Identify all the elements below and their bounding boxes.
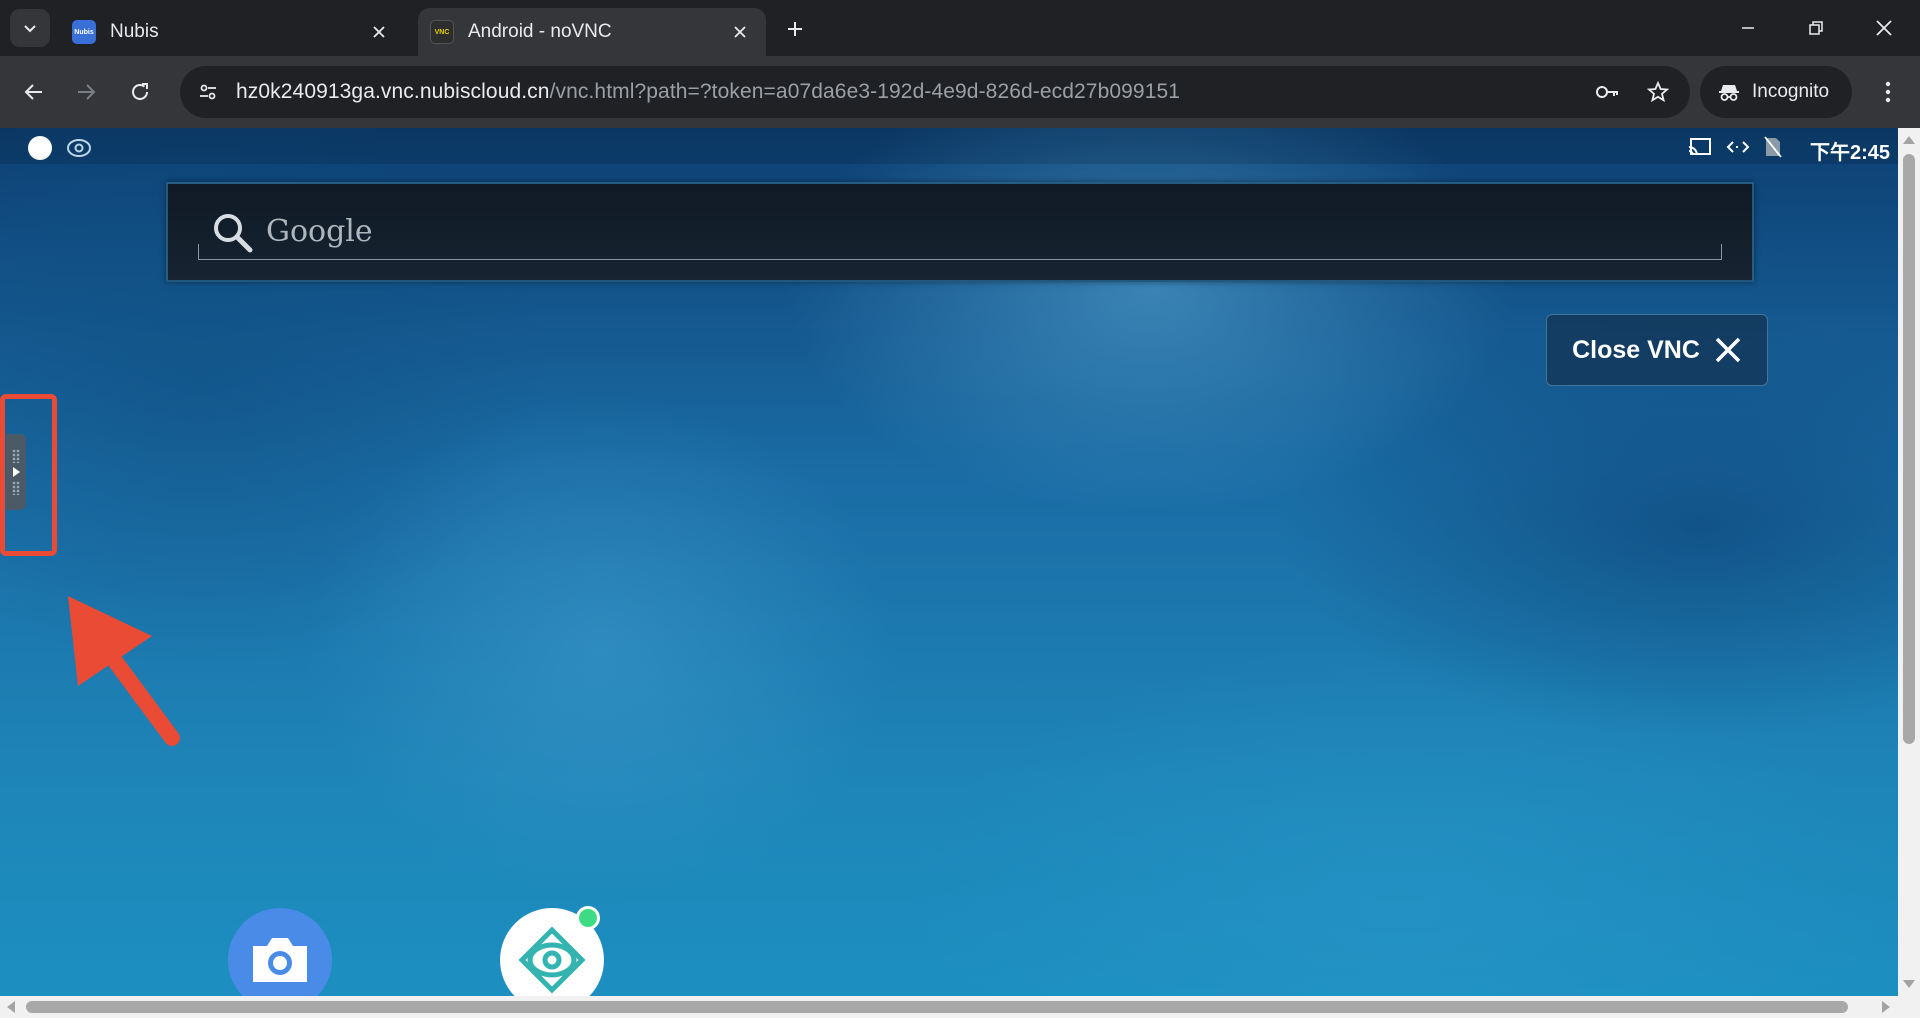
arrow-left-icon	[24, 84, 42, 100]
tab-strip: Nubis Nubis VNC Android - noVNC	[0, 0, 1920, 56]
chevron-down-icon	[24, 25, 36, 33]
vertical-scrollbar[interactable]	[1898, 128, 1920, 996]
incognito-icon	[1719, 85, 1739, 101]
android-status-bar: 下午2:45	[0, 128, 1898, 164]
google-search-widget[interactable]: Google	[166, 182, 1754, 282]
horizontal-scrollbar[interactable]	[0, 996, 1920, 1018]
nubis-favicon: Nubis	[72, 20, 96, 44]
eye-swirl-icon	[67, 139, 91, 157]
close-icon	[1876, 20, 1892, 36]
site-info-button[interactable]	[188, 72, 228, 112]
scrollbar-thumb[interactable]	[1903, 154, 1915, 744]
vnc-favicon: VNC	[430, 20, 454, 44]
scroll-right-arrow-icon[interactable]	[1882, 1001, 1890, 1013]
tab-android-novnc[interactable]: VNC Android - noVNC	[418, 8, 766, 56]
close-icon	[734, 26, 746, 38]
vnc-viewport: 下午2:45 Google Close VNC	[0, 128, 1920, 1018]
annotation-highlight-box	[0, 394, 57, 556]
annotation-arrow-icon	[68, 596, 180, 746]
star-icon	[1647, 81, 1669, 103]
camera-app-icon[interactable]	[228, 908, 332, 996]
restore-button[interactable]	[1782, 0, 1850, 56]
camera-icon	[253, 938, 307, 982]
url-host: hz0k240913ga.vnc.nubiscloud.cn	[236, 80, 550, 103]
eye-swirl-icon	[518, 926, 586, 994]
reload-icon	[132, 83, 148, 100]
new-tab-button[interactable]	[778, 12, 812, 46]
more-vert-icon	[1885, 81, 1891, 103]
password-key-button[interactable]	[1588, 72, 1628, 112]
plus-icon	[788, 22, 802, 36]
close-tab-button[interactable]	[726, 18, 754, 46]
tab-search-button[interactable]	[10, 9, 50, 47]
tab-title: Nubis	[110, 21, 159, 42]
search-underline	[198, 244, 1722, 260]
status-icons	[1688, 136, 1782, 158]
reload-button[interactable]	[120, 72, 160, 112]
close-vnc-button[interactable]: Close VNC	[1546, 314, 1768, 386]
notification-dot-icon	[28, 136, 52, 160]
close-icon	[1715, 337, 1741, 363]
status-time: 下午2:45	[1810, 142, 1891, 164]
address-bar[interactable]: hz0k240913ga.vnc.nubiscloud.cn/vnc.html?…	[180, 66, 1690, 118]
android-screen[interactable]: 下午2:45 Google Close VNC	[0, 128, 1898, 996]
minimize-button[interactable]	[1714, 0, 1782, 56]
url-text: hz0k240913ga.vnc.nubiscloud.cn/vnc.html?…	[236, 80, 1180, 104]
window-close-button[interactable]	[1850, 0, 1918, 56]
key-icon	[1596, 86, 1618, 98]
browser-toolbar: hz0k240913ga.vnc.nubiscloud.cn/vnc.html?…	[0, 56, 1920, 128]
browser-menu-button[interactable]	[1868, 72, 1908, 112]
scroll-up-arrow-icon[interactable]	[1903, 136, 1915, 144]
scroll-left-arrow-icon[interactable]	[7, 1001, 15, 1013]
back-button[interactable]	[14, 72, 54, 112]
close-tab-button[interactable]	[365, 18, 393, 46]
no-sim-icon	[1764, 136, 1782, 158]
forward-button[interactable]	[66, 72, 106, 112]
close-vnc-label: Close VNC	[1572, 335, 1700, 364]
arrow-right-icon	[78, 84, 96, 100]
scrollbar-thumb[interactable]	[26, 1001, 1848, 1013]
url-path: /vnc.html?path=?token=a07da6e3-192d-4e9d…	[549, 80, 1181, 103]
tab-nubis[interactable]: Nubis Nubis	[60, 8, 405, 56]
notification-badge	[576, 906, 600, 930]
bookmark-button[interactable]	[1638, 72, 1678, 112]
scroll-down-arrow-icon[interactable]	[1903, 980, 1915, 988]
restore-icon	[1809, 21, 1823, 35]
minimize-icon	[1742, 27, 1754, 29]
close-icon	[373, 26, 385, 38]
cast-icon	[1688, 138, 1711, 156]
incognito-label: Incognito	[1752, 81, 1830, 102]
tab-title: Android - noVNC	[468, 21, 612, 42]
data-transfer-icon	[1726, 141, 1750, 153]
incognito-indicator[interactable]: Incognito	[1700, 66, 1852, 118]
tune-icon	[200, 84, 216, 100]
